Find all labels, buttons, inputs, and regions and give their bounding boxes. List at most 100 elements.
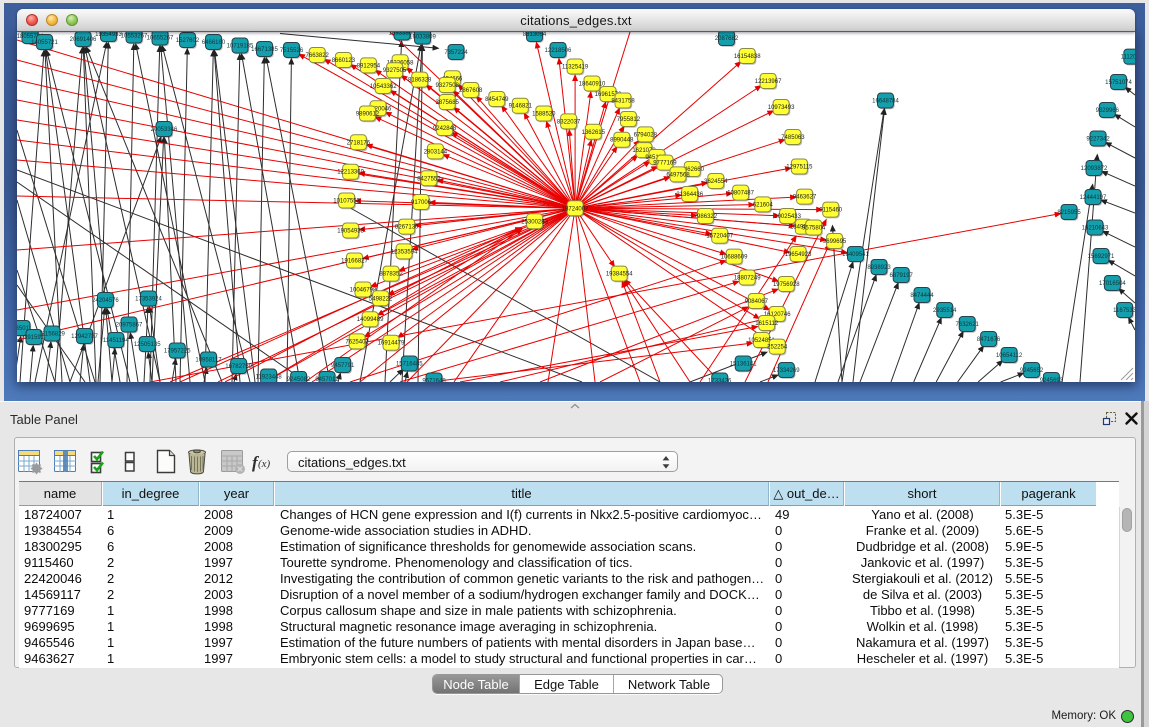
svg-text:25300283: 25300283	[521, 219, 548, 225]
svg-text:12942737: 12942737	[71, 334, 98, 340]
svg-text:9146821: 9146821	[509, 104, 533, 110]
svg-text:9699695: 9699695	[823, 239, 847, 245]
svg-text:9115460: 9115460	[819, 208, 843, 214]
svg-text:10688609: 10688609	[721, 255, 748, 261]
svg-text:7625402: 7625402	[345, 339, 369, 345]
svg-text:15692971: 15692971	[1088, 254, 1115, 260]
svg-text:18724007: 18724007	[562, 206, 589, 212]
svg-text:9575804: 9575804	[802, 226, 826, 232]
svg-text:15716485: 15716485	[396, 362, 423, 368]
svg-text:12353594: 12353594	[391, 249, 418, 255]
svg-text:5498222: 5498222	[369, 296, 393, 302]
svg-text:10107553: 10107553	[333, 199, 360, 205]
svg-text:16154838: 16154838	[734, 54, 761, 60]
svg-text:2935514: 2935514	[933, 308, 957, 314]
svg-text:17957225: 17957225	[164, 349, 191, 355]
svg-text:1588520: 1588520	[532, 112, 556, 118]
svg-text:10553267: 10553267	[121, 34, 148, 40]
svg-text:14099489: 14099489	[357, 317, 384, 323]
svg-text:1733426: 1733426	[708, 379, 732, 383]
svg-text:15720407: 15720407	[706, 234, 733, 240]
svg-text:19166827: 19166827	[341, 259, 368, 265]
svg-text:2087682: 2087682	[715, 36, 739, 42]
svg-text:15751074: 15751074	[1105, 80, 1132, 86]
svg-text:1362615: 1362615	[582, 130, 606, 136]
svg-text:9227342: 9227342	[1086, 137, 1110, 143]
svg-text:24204576: 24204576	[92, 298, 119, 304]
svg-text:6879197: 6879197	[890, 273, 914, 279]
svg-text:16409541: 16409541	[842, 252, 869, 258]
svg-text:8938923: 8938923	[867, 265, 891, 271]
svg-text:18807249: 18807249	[734, 276, 761, 282]
svg-text:10958117: 10958117	[195, 358, 222, 364]
svg-text:16033809: 16033809	[409, 35, 436, 41]
svg-text:2867608: 2867608	[459, 88, 483, 94]
svg-text:12093872: 12093872	[1081, 166, 1108, 172]
svg-text:19054933: 19054933	[337, 229, 364, 235]
svg-text:17353924: 17353924	[135, 297, 162, 303]
svg-text:7955812: 7955812	[617, 117, 641, 123]
svg-text:16782759: 16782759	[225, 364, 252, 370]
svg-text:8990448: 8990448	[610, 138, 634, 144]
svg-text:16671385: 16671385	[251, 47, 278, 53]
svg-text:7357224: 7357224	[444, 50, 468, 56]
svg-text:7485063: 7485063	[781, 135, 805, 141]
svg-text:12213369: 12213369	[337, 170, 364, 176]
svg-text:10654112: 10654112	[996, 353, 1023, 359]
svg-text:8813054: 8813054	[523, 32, 547, 38]
svg-text:15136141: 15136141	[730, 362, 757, 368]
svg-text:1167533: 1167533	[1113, 308, 1135, 314]
svg-text:9777169: 9777169	[653, 161, 677, 167]
svg-text:8431758: 8431758	[611, 99, 635, 105]
svg-text:19756928: 19756928	[773, 282, 800, 288]
svg-text:8474444: 8474444	[910, 293, 934, 299]
svg-text:20053346: 20053346	[151, 127, 178, 133]
svg-text:19654923: 19654923	[785, 252, 812, 258]
svg-text:11451194: 11451194	[103, 338, 129, 344]
svg-text:9242848: 9242848	[433, 126, 457, 132]
svg-text:8267130: 8267130	[395, 225, 419, 231]
svg-text:20975867: 20975867	[116, 323, 143, 329]
svg-text:10719185: 10719185	[227, 44, 254, 50]
svg-text:8186328: 8186328	[408, 78, 432, 84]
svg-text:8912954: 8912954	[357, 63, 381, 69]
svg-text:17334269: 17334269	[773, 368, 800, 374]
svg-text:9245082: 9245082	[287, 377, 311, 382]
svg-text:7986322: 7986322	[694, 214, 718, 220]
svg-text:17016504: 17016504	[1099, 281, 1126, 287]
svg-text:12213967: 12213967	[755, 79, 782, 85]
svg-text:9084067: 9084067	[745, 299, 769, 305]
svg-text:20691406: 20691406	[70, 37, 97, 43]
svg-text:16648784: 16648784	[872, 99, 899, 105]
svg-text:10655267: 10655267	[147, 36, 174, 42]
svg-text:6794028: 6794028	[634, 132, 658, 138]
svg-text:12444197: 12444197	[1080, 195, 1107, 201]
svg-text:10973493: 10973493	[768, 105, 795, 111]
svg-text:917006: 917006	[411, 200, 432, 206]
svg-text:8454749: 8454749	[485, 97, 509, 103]
svg-text:16210643: 16210643	[1082, 226, 1109, 232]
svg-text:12218506: 12218506	[545, 48, 572, 54]
svg-text:8322037: 8322037	[557, 119, 581, 125]
svg-text:6497568: 6497568	[666, 172, 690, 178]
svg-text:9245652: 9245652	[1020, 368, 1044, 374]
svg-text:7663822: 7663822	[306, 53, 330, 59]
svg-text:11923448: 11923448	[255, 375, 282, 381]
svg-text:9890612: 9890612	[356, 112, 380, 118]
svg-text:8215955: 8215955	[1057, 210, 1081, 216]
svg-text:19354933: 19354933	[95, 32, 122, 38]
svg-text:8471676: 8471676	[977, 337, 1001, 343]
svg-text:9571648: 9571648	[422, 379, 446, 383]
svg-text:9457791: 9457791	[331, 363, 355, 369]
svg-text:621604: 621604	[753, 202, 774, 208]
svg-text:2718176: 2718176	[347, 140, 371, 146]
svg-text:14055721: 14055721	[31, 40, 58, 46]
svg-text:1615112: 1615112	[755, 321, 779, 327]
svg-text:8427552: 8427552	[417, 176, 441, 182]
svg-text:12505135: 12505135	[134, 342, 161, 348]
svg-text:8878352: 8878352	[379, 272, 403, 278]
svg-text:7632621: 7632621	[956, 322, 980, 328]
svg-text:12975115: 12975115	[786, 165, 813, 171]
svg-text:(x): (x)	[258, 458, 271, 470]
svg-text:8660123: 8660123	[332, 58, 356, 64]
